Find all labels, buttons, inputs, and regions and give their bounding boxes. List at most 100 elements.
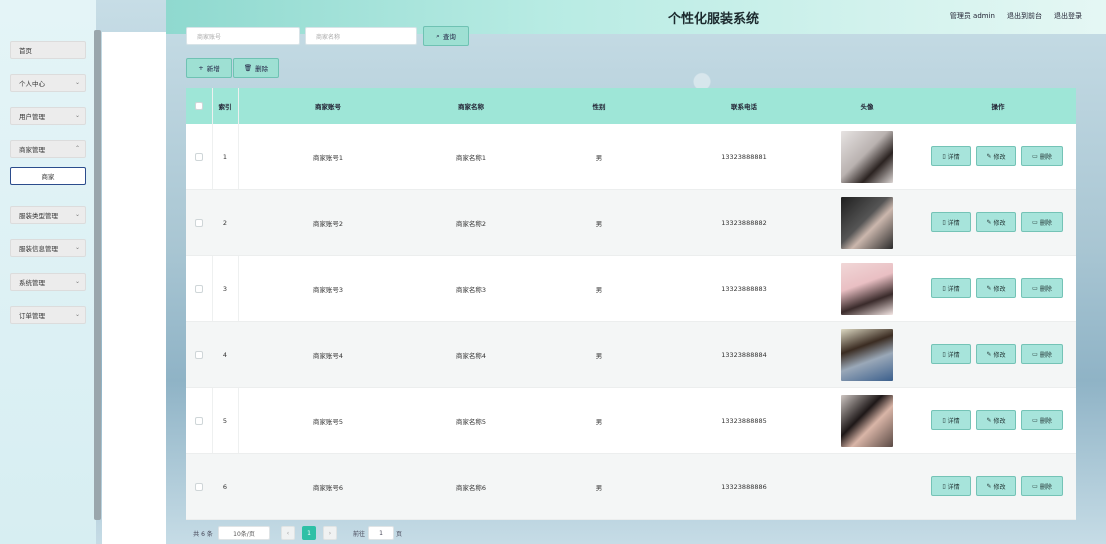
exit-to-home-link[interactable]: 退出到前台 bbox=[1007, 11, 1042, 21]
merchant-name-search-input[interactable]: 商家名称 bbox=[305, 27, 417, 45]
row-checkbox[interactable] bbox=[195, 483, 203, 491]
add-button-label: 新增 bbox=[206, 65, 220, 73]
edit-icon: ✎ bbox=[986, 218, 992, 226]
edit-button[interactable]: ✎ 修改 bbox=[976, 410, 1016, 430]
row-checkbox[interactable] bbox=[195, 285, 203, 293]
row-select-cell[interactable] bbox=[186, 124, 212, 190]
chevron-down-icon: ⌄ bbox=[74, 79, 80, 86]
cell-avatar bbox=[814, 322, 920, 388]
row-select-cell[interactable] bbox=[186, 322, 212, 388]
cell-index: 3 bbox=[222, 285, 228, 293]
delete-button[interactable]: ▭ 删除 bbox=[1021, 278, 1063, 298]
detail-button[interactable]: ▯ 详情 bbox=[931, 278, 971, 298]
merchant-account-search-input[interactable]: 商家账号 bbox=[186, 27, 300, 45]
edit-button[interactable]: ✎ 修改 bbox=[976, 476, 1016, 496]
logout-link[interactable]: 退出登录 bbox=[1054, 11, 1082, 21]
detail-icon: ▯ bbox=[942, 416, 946, 424]
cell-phone: 13323888886 bbox=[721, 483, 767, 491]
row-select-cell[interactable] bbox=[186, 190, 212, 256]
edit-button[interactable]: ✎ 修改 bbox=[976, 344, 1016, 364]
cell-phone: 13323888881 bbox=[721, 153, 767, 161]
row-checkbox[interactable] bbox=[195, 417, 203, 425]
detail-button-label: 详情 bbox=[947, 351, 960, 359]
edit-button[interactable]: ✎ 修改 bbox=[976, 212, 1016, 232]
detail-icon: ▯ bbox=[942, 482, 946, 490]
delete-button[interactable]: ▭ 删除 bbox=[1021, 146, 1063, 166]
admin-label: 管理员 admin bbox=[949, 12, 995, 20]
row-select-cell[interactable] bbox=[186, 256, 212, 322]
edit-icon: ✎ bbox=[986, 284, 992, 292]
row-checkbox[interactable] bbox=[195, 351, 203, 359]
column-header-avatar: 头像 bbox=[860, 103, 874, 111]
sidebar-item-label: 个人中心 bbox=[19, 80, 45, 88]
select-all-checkbox[interactable] bbox=[195, 102, 203, 110]
detail-button[interactable]: ▯ 详情 bbox=[931, 476, 971, 496]
sidebar-item-clothing-type-management[interactable]: 服装类型管理 ⌄ bbox=[10, 206, 86, 224]
prev-page-button[interactable]: ‹ bbox=[281, 526, 295, 540]
detail-button-label: 详情 bbox=[947, 285, 960, 293]
pagination: 共 6 条 10条/页 ‹ 1 › 前往 1 页 bbox=[186, 524, 1086, 544]
cell-gender: 男 bbox=[595, 418, 603, 426]
next-page-button[interactable]: › bbox=[323, 526, 337, 540]
edit-icon: ✎ bbox=[986, 416, 992, 424]
sidebar-item-merchant-management[interactable]: 商家管理 ⌃ bbox=[10, 140, 86, 158]
sidebar-item-user-management[interactable]: 用户管理 ⌄ bbox=[10, 107, 86, 125]
detail-button-label: 详情 bbox=[947, 219, 960, 227]
cell-avatar bbox=[814, 256, 920, 322]
cell-avatar bbox=[814, 190, 920, 256]
app-title: 个性化服装系统 bbox=[668, 12, 760, 27]
sidebar-item-order-management[interactable]: 订单管理 ⌄ bbox=[10, 306, 86, 324]
chevron-down-icon: ⌄ bbox=[74, 211, 80, 218]
header-links: 管理员 admin 退出到前台 退出登录 bbox=[950, 11, 1082, 21]
delete-button[interactable]: ▭ 删除 bbox=[1021, 344, 1063, 364]
detail-button[interactable]: ▯ 详情 bbox=[931, 344, 971, 364]
sidebar-item-label: 服装信息管理 bbox=[19, 245, 58, 253]
detail-button[interactable]: ▯ 详情 bbox=[931, 410, 971, 430]
trash-icon: ▭ bbox=[1032, 416, 1038, 424]
batch-delete-button[interactable]: 🗑 删除 bbox=[233, 58, 279, 78]
goto-page-input[interactable]: 1 bbox=[368, 526, 394, 540]
avatar bbox=[841, 263, 893, 315]
page-size-select[interactable]: 10条/页 bbox=[218, 526, 270, 540]
sidebar-item-personal-center[interactable]: 个人中心 ⌄ bbox=[10, 74, 86, 92]
trash-icon: ▭ bbox=[1032, 350, 1038, 358]
cell-gender: 男 bbox=[595, 286, 603, 294]
row-checkbox[interactable] bbox=[195, 153, 203, 161]
edit-button[interactable]: ✎ 修改 bbox=[976, 278, 1016, 298]
row-select-cell[interactable] bbox=[186, 454, 212, 520]
row-select-cell[interactable] bbox=[186, 388, 212, 454]
edit-button-label: 修改 bbox=[993, 483, 1006, 491]
table-row: 1 商家账号1 商家名称1 男 13323888881 ▯ 详情 ✎ 修改 ▭ … bbox=[186, 124, 1076, 190]
detail-button-label: 详情 bbox=[947, 417, 960, 425]
sidebar-scrollbar[interactable] bbox=[94, 30, 101, 520]
delete-button[interactable]: ▭ 删除 bbox=[1021, 212, 1063, 232]
current-page-button[interactable]: 1 bbox=[302, 526, 316, 540]
cell-phone: 13323888882 bbox=[721, 219, 767, 227]
table-row: 4 商家账号4 商家名称4 男 13323888884 ▯ 详情 ✎ 修改 ▭ … bbox=[186, 322, 1076, 388]
edit-icon: ✎ bbox=[986, 482, 992, 490]
detail-button[interactable]: ▯ 详情 bbox=[931, 212, 971, 232]
delete-button[interactable]: ▭ 删除 bbox=[1021, 410, 1063, 430]
select-all-cell[interactable] bbox=[186, 88, 212, 124]
sidebar-item-system-management[interactable]: 系统管理 ⌄ bbox=[10, 273, 86, 291]
table-row: 6 商家账号6 商家名称6 男 13323888886 ▯ 详情 ✎ 修改 ▭ … bbox=[186, 454, 1076, 520]
table-header: 索引 商家账号 商家名称 性别 联系电话 头像 操作 bbox=[186, 88, 1076, 124]
cell-gender: 男 bbox=[595, 352, 603, 360]
delete-button[interactable]: ▭ 删除 bbox=[1021, 476, 1063, 496]
column-header-index: 索引 bbox=[218, 103, 232, 111]
edit-icon: ✎ bbox=[986, 152, 992, 160]
row-checkbox[interactable] bbox=[195, 219, 203, 227]
query-button-label: 查询 bbox=[442, 33, 456, 41]
query-button[interactable]: ⌕ 查询 bbox=[423, 26, 469, 46]
sidebar-item-merchant[interactable]: 商家 bbox=[10, 167, 86, 185]
sidebar-item-home[interactable]: 首页 bbox=[10, 41, 86, 59]
detail-icon: ▯ bbox=[942, 218, 946, 226]
detail-button[interactable]: ▯ 详情 bbox=[931, 146, 971, 166]
sidebar-item-clothing-info-management[interactable]: 服装信息管理 ⌄ bbox=[10, 239, 86, 257]
page-suffix: 页 bbox=[396, 531, 403, 538]
add-button[interactable]: + 新增 bbox=[186, 58, 232, 78]
trash-icon: ▭ bbox=[1032, 152, 1038, 160]
edit-button[interactable]: ✎ 修改 bbox=[976, 146, 1016, 166]
cell-gender: 男 bbox=[595, 220, 603, 228]
sidebar-item-label: 服装类型管理 bbox=[19, 212, 58, 220]
